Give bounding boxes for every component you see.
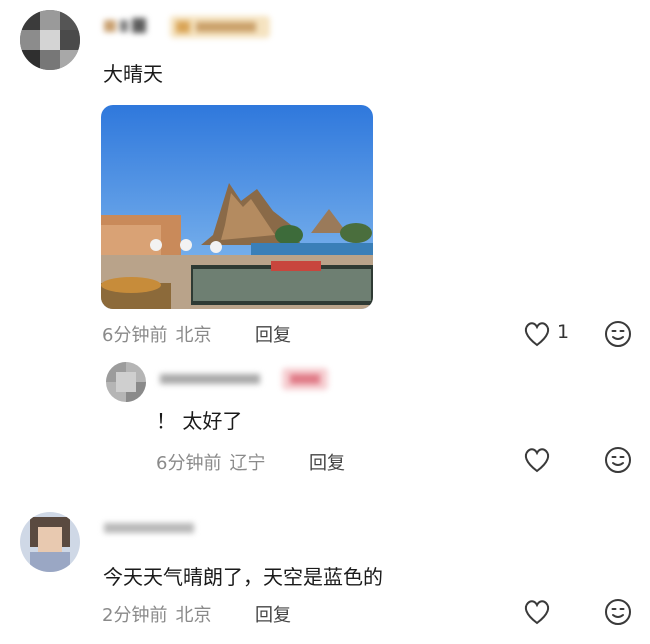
reply-time: 6分钟前 [156, 453, 222, 474]
comment-meta: 6分钟前 北京 [102, 321, 211, 347]
blurred-reply-badge-graphic [282, 368, 328, 390]
heart-icon [524, 600, 550, 625]
avatar-pixelated-image [20, 10, 80, 70]
emoji-button[interactable] [604, 446, 632, 474]
like-button[interactable] [522, 598, 552, 626]
comment-time: 6分钟前 [102, 325, 168, 346]
blurred-reply-username-graphic [160, 374, 260, 384]
reply-text: ！ 太好了 [156, 409, 243, 433]
like-count: 1 [557, 321, 570, 343]
username-blurred[interactable] [104, 518, 200, 538]
reply-meta: 6分钟前 辽宁 [156, 449, 265, 475]
reply-user-badge-blurred [282, 368, 328, 390]
comment-photo[interactable] [101, 105, 373, 309]
avatar-pixelated-image [20, 512, 80, 572]
smiley-face-icon [605, 599, 631, 625]
heart-icon [524, 448, 550, 473]
avatar[interactable] [20, 10, 80, 70]
blurred-username-graphic [104, 523, 194, 533]
heart-icon [524, 322, 550, 347]
comment-time: 2分钟前 [102, 605, 168, 626]
reply-button[interactable]: 回复 [309, 449, 345, 475]
blurred-username-graphic [104, 18, 146, 33]
comment-text: 大晴天 [103, 62, 163, 86]
user-badge-blurred [170, 16, 270, 38]
avatar[interactable] [20, 512, 80, 572]
blurred-badge-graphic [170, 16, 270, 38]
emoji-button[interactable] [604, 598, 632, 626]
like-button[interactable]: 1 [522, 320, 582, 348]
comment-location: 北京 [175, 325, 212, 346]
like-button[interactable] [522, 446, 552, 474]
reply-avatar[interactable] [106, 362, 146, 402]
comment-meta: 2分钟前 北京 [102, 601, 211, 627]
smiley-face-icon [605, 321, 631, 347]
username-blurred[interactable] [104, 16, 164, 36]
reply-button[interactable]: 回复 [255, 321, 291, 347]
comment-text: 今天天气晴朗了，天空是蓝色的 [103, 565, 383, 589]
theme-park-photo [101, 105, 373, 309]
reply-location: 辽宁 [229, 453, 266, 474]
emoji-button[interactable] [604, 320, 632, 348]
comment-location: 北京 [175, 605, 212, 626]
smiley-face-icon [605, 447, 631, 473]
reply-button[interactable]: 回复 [255, 601, 291, 627]
reply-username-blurred[interactable] [160, 370, 270, 388]
reply-avatar-pixelated-image [106, 362, 146, 402]
